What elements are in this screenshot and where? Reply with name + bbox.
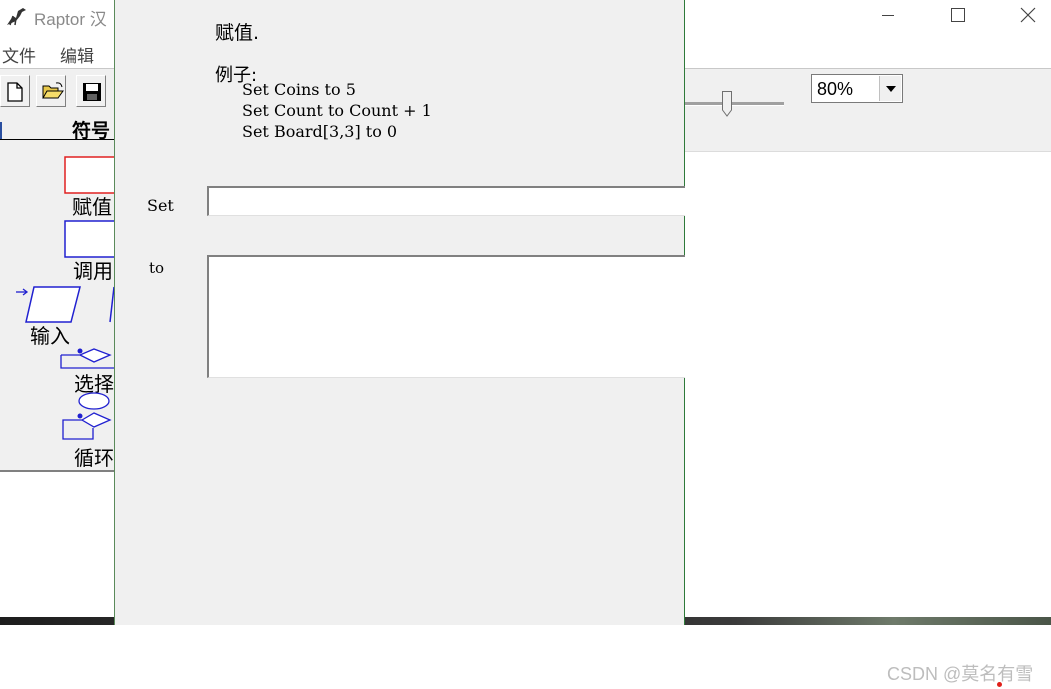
close-button[interactable] xyxy=(1005,0,1051,30)
symbol-label-call: 调用 xyxy=(73,259,113,283)
close-icon xyxy=(1020,7,1036,23)
loop-icon[interactable] xyxy=(60,390,116,442)
symbols-panel: 符号 赋值 调用 输入 选择 循环 xyxy=(0,114,116,472)
raptor-logo-icon xyxy=(4,5,28,27)
window-title: Raptor 汉 xyxy=(34,10,107,29)
new-file-button[interactable] xyxy=(0,75,30,107)
save-button[interactable] xyxy=(76,75,106,107)
panel-edge-marker xyxy=(0,122,2,140)
dialog-title: 赋值. xyxy=(215,22,260,44)
slider-track xyxy=(684,102,784,106)
symbol-label-assignment: 赋值 xyxy=(72,195,112,219)
call-rect-icon[interactable] xyxy=(64,220,116,258)
open-folder-icon xyxy=(42,82,64,99)
to-expression-input[interactable] xyxy=(207,255,685,378)
example-line: Set Coins to 5 xyxy=(242,80,356,99)
minimize-button[interactable] xyxy=(865,0,911,30)
watermark-dot xyxy=(997,682,1002,687)
zoom-slider[interactable] xyxy=(684,83,788,123)
selection-diamond-icon[interactable] xyxy=(58,344,116,370)
zoom-select[interactable]: 80% xyxy=(811,74,903,103)
symbol-label-loop: 循环 xyxy=(74,446,114,470)
to-label: to xyxy=(149,259,165,277)
maximize-button[interactable] xyxy=(935,0,981,30)
chevron-down-icon[interactable] xyxy=(879,76,901,101)
assignment-dialog: 赋值. 例子: Set Coins to 5 Set Count to Coun… xyxy=(114,0,685,625)
menu-file[interactable]: 文件 xyxy=(2,42,36,67)
symbols-header-divider xyxy=(0,139,116,140)
save-disk-icon xyxy=(83,83,101,101)
open-file-button[interactable] xyxy=(36,75,66,107)
set-variable-input[interactable] xyxy=(207,186,685,216)
flowchart-canvas[interactable] xyxy=(684,152,1051,620)
menu-edit[interactable]: 编辑 xyxy=(60,42,94,67)
zoom-value: 80% xyxy=(817,79,854,99)
example-line: Set Count to Count + 1 xyxy=(242,101,432,120)
watermark: CSDN @莫名有雪 xyxy=(887,664,1034,684)
example-line: Set Board[3,3] to 0 xyxy=(242,122,398,141)
slider-thumb-icon[interactable] xyxy=(722,91,732,117)
set-label: Set xyxy=(147,196,174,215)
new-file-icon xyxy=(7,82,23,102)
assignment-rect-icon[interactable] xyxy=(64,156,116,194)
